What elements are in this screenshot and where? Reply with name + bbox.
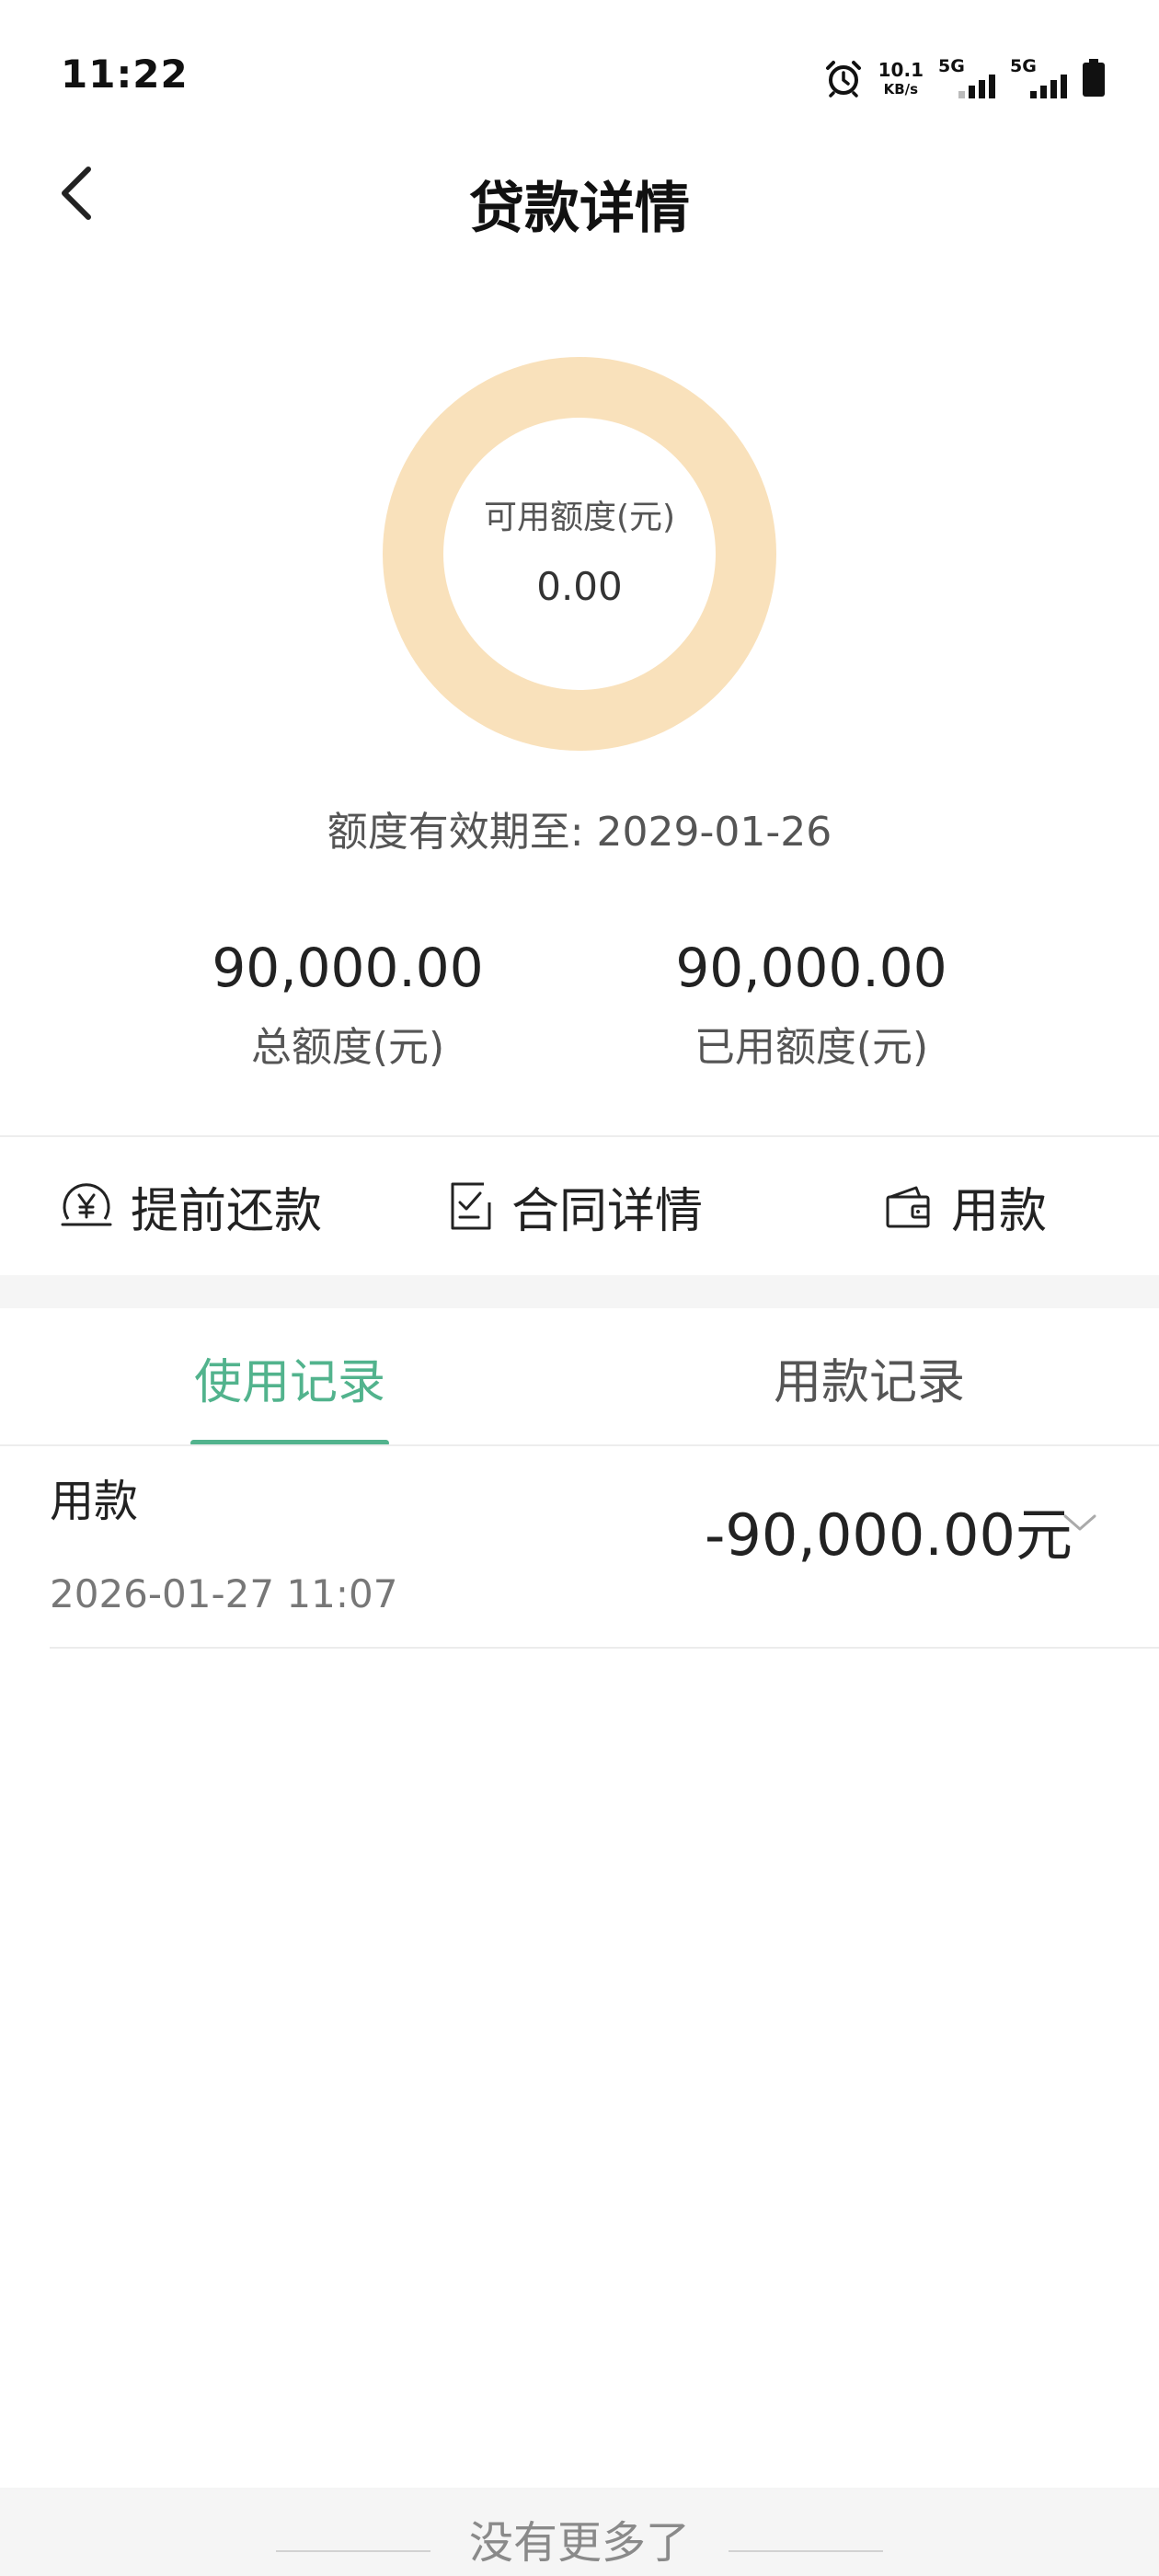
tab-borrow-records-label: 用款记录 [773, 1354, 965, 1410]
signal-2-icon: 5G [1010, 56, 1067, 100]
document-check-icon [451, 1182, 491, 1230]
available-credit-label: 可用额度(元) [483, 498, 676, 536]
tab-usage-records[interactable]: 使用记录 [0, 1308, 580, 1446]
prepay-button[interactable]: 提前还款 [59, 1137, 322, 1275]
prepay-label: 提前还款 [131, 1183, 323, 1239]
no-more-text: 没有更多了 [468, 2517, 690, 2569]
validity-date: 2029-01-26 [596, 809, 832, 856]
available-credit-value: 0.00 [536, 563, 623, 609]
borrow-button[interactable]: 用款 [883, 1137, 1047, 1275]
alarm-icon [825, 61, 861, 98]
status-bar: 11:22 10.1 KB/s 5G 5G [0, 0, 1159, 156]
contract-details-label: 合同详情 [511, 1183, 704, 1239]
header: 贷款详情 [0, 147, 1159, 241]
credit-validity: 额度有效期至: 2029-01-26 [0, 799, 1159, 857]
net-speed: 10.1 KB/s [878, 61, 924, 97]
footer-line-right [729, 2550, 883, 2552]
action-row: 提前还款 合同详情 用款 [0, 1137, 1159, 1275]
chevron-down-icon[interactable] [1060, 1503, 1100, 1544]
signal-2-label: 5G [1010, 56, 1037, 76]
donut-center: 可用额度(元) 0.00 [443, 418, 716, 690]
validity-label: 额度有效期至: [327, 809, 584, 856]
borrow-label: 用款 [951, 1183, 1048, 1239]
battery-icon [1083, 59, 1105, 97]
status-icons: 10.1 KB/s 5G 5G [823, 55, 1106, 101]
list-item[interactable]: 用款 2026-01-27 11:07 -90,000.00元 [50, 1448, 1159, 1649]
tab-borrow-records[interactable]: 用款记录 [580, 1308, 1159, 1446]
net-speed-unit: KB/s [883, 80, 919, 98]
net-speed-value: 10.1 [878, 58, 924, 81]
total-credit-label: 总额度(元) [250, 1024, 445, 1071]
section-separator [0, 1275, 1159, 1308]
total-credit-value: 90,000.00 [212, 937, 484, 999]
tabs-divider [0, 1444, 1159, 1446]
signal-1-label: 5G [938, 56, 965, 76]
contract-details-button[interactable]: 合同详情 [447, 1137, 703, 1275]
available-credit-donut: 可用额度(元) 0.00 [383, 357, 776, 751]
tab-usage-records-label: 使用记录 [193, 1354, 385, 1410]
used-credit-label: 已用额度(元) [694, 1024, 929, 1071]
page-title: 贷款详情 [469, 177, 690, 241]
wallet-icon [886, 1186, 930, 1228]
signal-1-icon: 5G [938, 56, 995, 100]
used-credit-value: 90,000.00 [675, 937, 947, 999]
record-tabs: 使用记录 用款记录 [0, 1308, 1159, 1446]
record-time: 2026-01-27 11:07 [50, 1571, 398, 1616]
record-title: 用款 [50, 1476, 139, 1527]
used-credit: 90,000.00 已用额度(元) [581, 937, 1041, 1073]
record-amount: -90,000.00元 [705, 1501, 1073, 1569]
status-time: 11:22 [61, 52, 189, 97]
record-divider [50, 1647, 1159, 1649]
yen-coin-icon [61, 1183, 112, 1226]
total-credit: 90,000.00 总额度(元) [118, 937, 578, 1073]
list-footer: 没有更多了 [0, 2488, 1159, 2576]
